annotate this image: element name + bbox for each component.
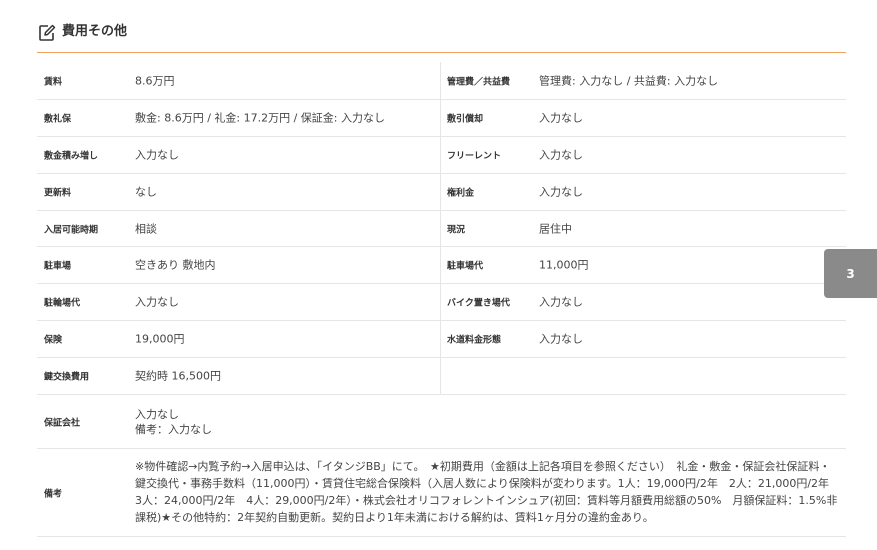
move-in-date-value: 相談 [135, 222, 157, 235]
table-row: 更新料 なし 権利金 入力なし [37, 174, 846, 211]
table-row: 鍵交換費用 契約時 16,500円 [37, 358, 846, 395]
key-money-value: 入力なし [539, 185, 583, 199]
current-status-label: 現況 [447, 225, 466, 235]
water-fee-type-label: 水道料金形態 [447, 335, 502, 346]
column-divider [440, 137, 441, 173]
column-divider [440, 284, 441, 320]
rent-value: 8.6万円 [135, 74, 175, 87]
column-divider [440, 62, 441, 99]
key-exchange-fee-label: 鍵交換費用 [44, 372, 90, 383]
insurance-value: 19,000円 [135, 332, 185, 346]
additional-deposit-value: 入力なし [135, 148, 179, 162]
renewal-fee-value: なし [135, 185, 157, 199]
table-row: 保険 19,000円 水道料金形態 入力なし [37, 321, 846, 358]
renewal-fee-label: 更新料 [44, 188, 72, 199]
table-row: 駐輪場代 入力なし バイク置き場代 入力なし [37, 284, 846, 321]
management-fee-value: 管理費: 入力なし / 共益費: 入力なし [539, 74, 719, 87]
deposit-deduction-value: 入力なし [539, 111, 583, 125]
table-row: 駐車場 空きあり 敷地内 駐車場代 11,000円 [37, 247, 846, 284]
table-row: 入居可能時期 相談 現況 居住中 [37, 211, 846, 247]
free-rent-label: フリーレント [447, 151, 502, 162]
column-divider [440, 100, 441, 136]
table-row: 備考 ※物件確認→内覧予約→入居申込は、「イタンジBB」にて。 ★初期費用（金額… [37, 449, 846, 537]
free-rent-value: 入力なし [539, 148, 583, 162]
column-divider [440, 211, 441, 246]
bicycle-parking-fee-value: 入力なし [135, 295, 179, 309]
column-divider [440, 174, 441, 210]
table-row: 敷礼保 敷金: 8.6万円 / 礼金: 17.2万円 / 保証金: 入力なし 敷… [37, 100, 846, 137]
deposit-value: 敷金: 8.6万円 / 礼金: 17.2万円 / 保証金: 入力なし [135, 111, 385, 125]
key-exchange-fee-value: 契約時 16,500円 [135, 369, 221, 383]
remarks-label: 備考 [44, 489, 63, 499]
key-money-label: 権利金 [447, 188, 475, 199]
management-fee-label: 管理費／共益費 [447, 77, 511, 87]
column-divider [440, 321, 441, 357]
side-tab-button[interactable]: 3 [824, 249, 877, 298]
move-in-date-label: 入居可能時期 [44, 225, 99, 235]
table-row: 敷金積み増し 入力なし フリーレント 入力なし [37, 137, 846, 174]
guarantor-line-1: 入力なし [135, 407, 179, 421]
column-divider [440, 247, 441, 283]
rent-label: 賃料 [44, 77, 63, 87]
guarantor-line-2: 備考：入力なし [135, 422, 212, 436]
column-divider [440, 358, 441, 394]
parking-fee-label: 駐車場代 [447, 261, 484, 272]
insurance-label: 保険 [44, 335, 63, 346]
motorcycle-parking-fee-label: バイク置き場代 [447, 298, 510, 309]
section-title: 費用その他 [62, 24, 128, 39]
water-fee-type-value: 入力なし [539, 332, 583, 346]
table-row: 保証会社 入力なし 備考：入力なし [37, 395, 846, 449]
edit-square-icon [39, 24, 56, 41]
deposit-label: 敷礼保 [44, 114, 72, 125]
current-status-value: 居住中 [539, 222, 572, 235]
parking-value: 空きあり 敷地内 [135, 258, 216, 272]
guarantor-label: 保証会社 [44, 418, 81, 428]
guarantor-value: 入力なし 備考：入力なし [135, 407, 212, 437]
remarks-text: ※物件確認→内覧予約→入居申込は、「イタンジBB」にて。 ★初期費用（金額は上記… [135, 460, 841, 524]
motorcycle-parking-fee-value: 入力なし [539, 295, 583, 309]
deposit-deduction-label: 敷引償却 [447, 114, 484, 125]
additional-deposit-label: 敷金積み増し [44, 151, 99, 162]
table-row: 賃料 8.6万円 管理費／共益費 管理費: 入力なし / 共益費: 入力なし [37, 62, 846, 100]
bicycle-parking-fee-label: 駐輪場代 [44, 298, 81, 309]
parking-label: 駐車場 [44, 261, 72, 272]
parking-fee-value: 11,000円 [539, 258, 589, 272]
section-header: 費用その他 [37, 22, 846, 53]
